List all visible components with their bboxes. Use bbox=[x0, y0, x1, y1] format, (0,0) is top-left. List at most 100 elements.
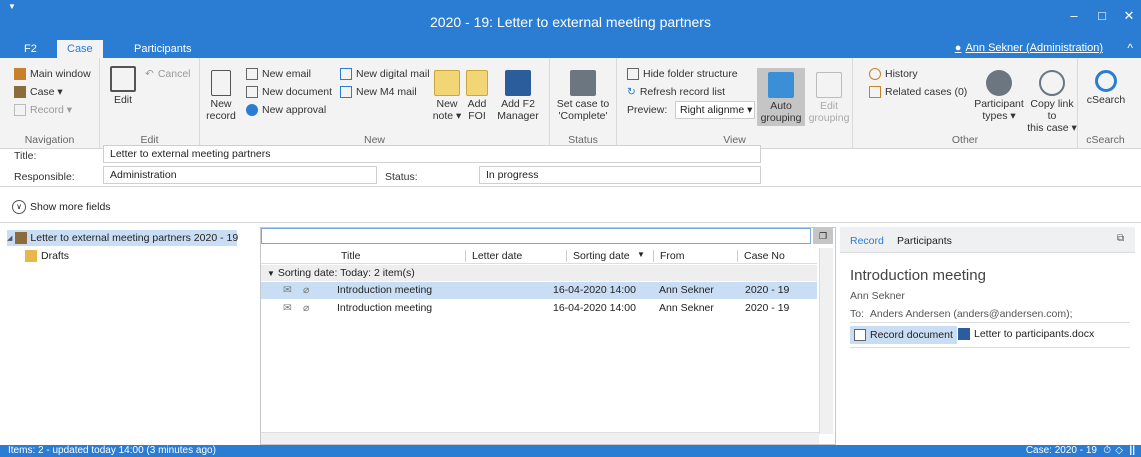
ribbon-tabs: F2 Case Participants ● Ann Sekner (Admini… bbox=[0, 40, 1141, 58]
add-foi-button[interactable]: Add FOI bbox=[464, 70, 490, 122]
edit-icon bbox=[110, 66, 136, 92]
maximize-button[interactable]: □ bbox=[1092, 8, 1112, 23]
new-record-icon bbox=[211, 70, 231, 96]
show-more-fields-button[interactable]: ∨ Show more fields bbox=[12, 200, 111, 214]
set-complete-button[interactable]: Set case to 'Complete' bbox=[554, 70, 612, 122]
csearch-button[interactable]: cSearch bbox=[1082, 70, 1130, 106]
preview-subject: Introduction meeting bbox=[850, 267, 986, 284]
group-collapse-icon: ▼ bbox=[267, 269, 275, 278]
participant-types-button[interactable]: Participant types ▾ bbox=[973, 70, 1025, 122]
preview-select[interactable]: Right alignme ▾ bbox=[675, 101, 755, 119]
attachment-icon: ⌀ bbox=[303, 284, 310, 296]
status-field[interactable]: In progress bbox=[479, 166, 761, 184]
title-label: Title: bbox=[14, 150, 37, 162]
tab-participants[interactable]: Participants bbox=[124, 40, 201, 58]
m4-mail-icon bbox=[340, 86, 352, 98]
preview-label: Preview: bbox=[627, 104, 668, 116]
cell-sorting-date: 16-04-2020 14:00 bbox=[553, 302, 636, 314]
group-row[interactable]: ▼ Sorting date: Today: 2 item(s) bbox=[261, 265, 817, 281]
fields-divider bbox=[0, 186, 1141, 187]
participants-icon bbox=[986, 70, 1012, 96]
status-case: Case: 2020 - 19 bbox=[1025, 445, 1097, 456]
attachment-file[interactable]: Letter to participants.docx bbox=[958, 328, 1094, 340]
new-m4-mail-button[interactable]: New M4 mail bbox=[340, 86, 417, 98]
group-navigation: Main window Case ▾ Record ▾ Navigation bbox=[0, 58, 100, 149]
col-header-letter-date[interactable]: Letter date bbox=[465, 250, 522, 262]
pane-divider bbox=[0, 222, 1141, 223]
chevron-down-icon: ∨ bbox=[12, 200, 26, 214]
main-window-button[interactable]: Main window bbox=[14, 68, 91, 80]
pause-icon: || bbox=[1129, 445, 1135, 456]
record-menu-button[interactable]: Record ▾ bbox=[14, 104, 72, 116]
col-header-sorting-date[interactable]: Sorting date bbox=[566, 250, 630, 262]
preview-pane: Record Participants ⧉ Introduction meeti… bbox=[840, 227, 1135, 445]
refresh-icon: ↻ bbox=[627, 86, 636, 98]
new-email-button[interactable]: New email bbox=[246, 68, 311, 80]
approval-icon bbox=[246, 104, 258, 116]
history-button[interactable]: History bbox=[869, 68, 918, 80]
cell-case-no: 2020 - 19 bbox=[745, 302, 790, 314]
responsible-field[interactable]: Administration bbox=[103, 166, 377, 184]
close-button[interactable]: ✕ bbox=[1119, 8, 1139, 24]
edit-button[interactable]: Edit bbox=[108, 66, 138, 106]
minimize-button[interactable]: – bbox=[1064, 8, 1084, 23]
related-cases-button[interactable]: Related cases (0) bbox=[869, 86, 967, 98]
tab-participants-preview[interactable]: Participants bbox=[897, 235, 952, 247]
history-icon bbox=[869, 68, 881, 80]
tree-item-root[interactable]: ◢ Letter to external meeting partners 20… bbox=[7, 230, 238, 246]
attachment-record-document[interactable]: Record document bbox=[850, 326, 957, 344]
column-chooser-icon[interactable]: ❐ bbox=[813, 228, 833, 244]
refresh-record-list-button[interactable]: ↻ Refresh record list bbox=[627, 86, 725, 98]
title-field[interactable]: Letter to external meeting partners bbox=[103, 145, 761, 163]
tab-record[interactable]: Record bbox=[850, 235, 884, 247]
cell-title: Introduction meeting bbox=[337, 284, 433, 296]
new-digital-mail-button[interactable]: New digital mail bbox=[340, 68, 430, 80]
group-other: History Related cases (0) Participant typ… bbox=[853, 58, 1078, 149]
hide-folder-structure-button[interactable]: Hide folder structure bbox=[627, 68, 738, 80]
responsible-label: Responsible: bbox=[14, 171, 75, 183]
case-icon bbox=[14, 86, 26, 98]
table-row[interactable]: ✉ ⌀ Introduction meeting 16-04-2020 14:0… bbox=[261, 282, 817, 299]
case-menu-button[interactable]: Case ▾ bbox=[14, 86, 63, 98]
folder-tree: ◢ Letter to external meeting partners 20… bbox=[7, 228, 257, 445]
document-icon bbox=[246, 86, 258, 98]
collapse-ribbon-button[interactable]: ^ bbox=[1127, 41, 1133, 55]
new-record-button[interactable]: New record bbox=[204, 70, 238, 122]
tab-case[interactable]: Case bbox=[57, 40, 103, 58]
group-view: Hide folder structure ↻ Refresh record li… bbox=[617, 58, 853, 149]
col-header-title[interactable]: Title bbox=[341, 250, 360, 262]
add-f2-manager-button[interactable]: Add F2 Manager bbox=[494, 70, 542, 122]
foi-icon bbox=[466, 70, 488, 96]
status-label: Status: bbox=[385, 171, 418, 183]
preview-sender: Ann Sekner bbox=[850, 290, 905, 302]
new-note-button[interactable]: New note ▾ bbox=[432, 70, 462, 122]
copy-link-button[interactable]: Copy link to this case ▾ bbox=[1025, 70, 1079, 134]
new-approval-button[interactable]: New approval bbox=[246, 104, 326, 116]
preview-recipients: To: Anders Andersen (anders@andersen.com… bbox=[850, 308, 1073, 320]
attachment-icon: ⌀ bbox=[303, 302, 310, 314]
vertical-scrollbar[interactable] bbox=[819, 248, 833, 434]
horizontal-scrollbar[interactable] bbox=[261, 432, 819, 444]
group-edit: Edit ↶ Cancel Edit bbox=[100, 58, 200, 149]
table-row[interactable]: ✉ ⌀ Introduction meeting 16-04-2020 14:0… bbox=[261, 300, 817, 317]
preview-tabs: Record Participants ⧉ bbox=[840, 227, 1135, 253]
popout-icon[interactable]: ⧉ bbox=[1117, 233, 1124, 244]
tree-item-drafts[interactable]: Drafts bbox=[25, 248, 69, 264]
new-document-button[interactable]: New document bbox=[246, 86, 332, 98]
user-link[interactable]: ● Ann Sekner (Administration) bbox=[955, 42, 1103, 54]
auto-grouping-button[interactable]: Auto grouping bbox=[757, 68, 805, 126]
window-title: 2020 - 19: Letter to external meeting pa… bbox=[430, 14, 711, 30]
cell-title: Introduction meeting bbox=[337, 302, 433, 314]
tree-expand-icon: ◢ bbox=[7, 235, 13, 242]
cancel-button[interactable]: ↶ Cancel bbox=[145, 68, 191, 80]
tab-f2[interactable]: F2 bbox=[14, 40, 47, 58]
col-header-case-no[interactable]: Case No bbox=[737, 250, 785, 262]
complete-case-icon bbox=[570, 70, 596, 96]
group-new: New record New email New document New app… bbox=[200, 58, 550, 149]
col-header-from[interactable]: From bbox=[653, 250, 685, 262]
edit-grouping-button[interactable]: Edit grouping bbox=[807, 72, 851, 124]
cell-from: Ann Sekner bbox=[659, 284, 714, 296]
quick-access-menu-icon[interactable]: ▼ bbox=[8, 2, 16, 11]
preview-divider bbox=[850, 347, 1130, 348]
record-filter-input[interactable] bbox=[261, 228, 811, 244]
